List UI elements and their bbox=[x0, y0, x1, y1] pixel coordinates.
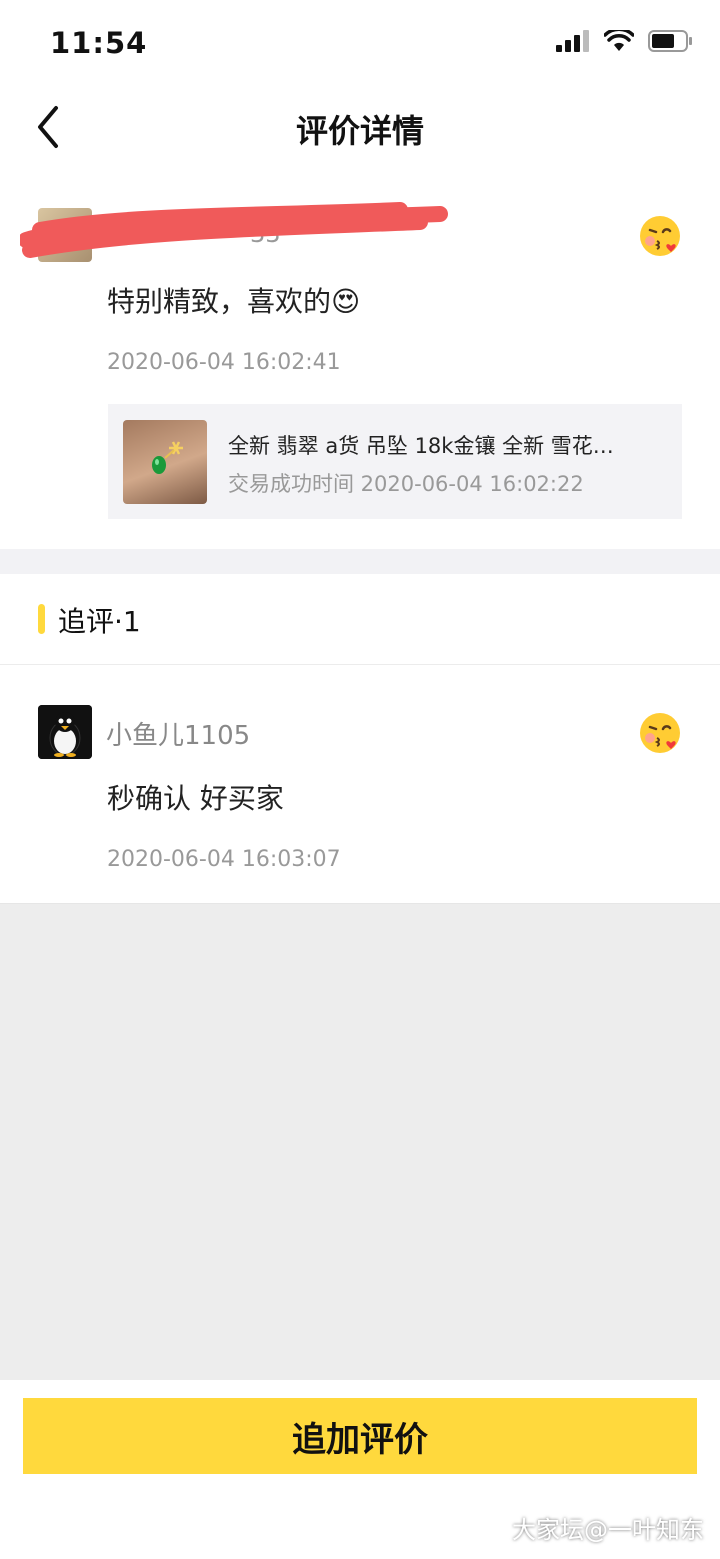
battery-icon bbox=[648, 30, 692, 52]
nav-bar: 评价详情 bbox=[0, 88, 720, 168]
redaction-scribble bbox=[20, 202, 448, 258]
followup-username: 小鱼儿1105 bbox=[106, 721, 251, 751]
product-title: 全新 翡翠 a货 吊坠 18k金镶 全新 雪花… bbox=[228, 434, 614, 458]
section-accent-bar bbox=[38, 604, 45, 634]
section-divider bbox=[0, 549, 720, 574]
review-card: 33 特别精致，喜欢的😍 2020-06-04 16:02:41 全新 翡翠 a… bbox=[0, 190, 720, 550]
followup-review: 小鱼儿1105 秒确认 好买家 2020-06-04 16:03:07 bbox=[0, 665, 720, 904]
kiss-emoji-icon bbox=[640, 216, 680, 256]
trade-time: 交易成功时间 2020-06-04 16:02:22 bbox=[228, 472, 584, 496]
signal-icon bbox=[556, 30, 589, 52]
watermark: 大家坛@一叶知东 bbox=[512, 1516, 704, 1544]
product-card[interactable]: 全新 翡翠 a货 吊坠 18k金镶 全新 雪花… 交易成功时间 2020-06-… bbox=[108, 404, 682, 519]
status-bar: 11:54 bbox=[0, 0, 720, 88]
add-review-button[interactable]: 追加评价 bbox=[23, 1398, 697, 1474]
penguin-icon bbox=[38, 705, 92, 759]
page-title: 评价详情 bbox=[295, 112, 424, 150]
followup-section-header: 追评·1 bbox=[0, 574, 720, 665]
review-date: 2020-06-04 16:02:41 bbox=[107, 350, 341, 375]
bottom-bar: 追加评价 大家坛@一叶知东 bbox=[0, 1380, 720, 1559]
status-time: 11:54 bbox=[50, 26, 148, 60]
followup-section-title: 追评·1 bbox=[58, 605, 141, 638]
product-thumbnail bbox=[123, 420, 207, 504]
review-comment: 特别精致，喜欢的😍 bbox=[107, 285, 361, 318]
empty-area bbox=[0, 904, 720, 1380]
followup-date: 2020-06-04 16:03:07 bbox=[107, 847, 341, 872]
kiss-emoji-icon bbox=[640, 713, 680, 753]
followup-comment: 秒确认 好买家 bbox=[107, 782, 284, 815]
avatar[interactable] bbox=[38, 705, 92, 759]
status-icons bbox=[556, 30, 694, 52]
wifi-icon bbox=[604, 30, 634, 51]
